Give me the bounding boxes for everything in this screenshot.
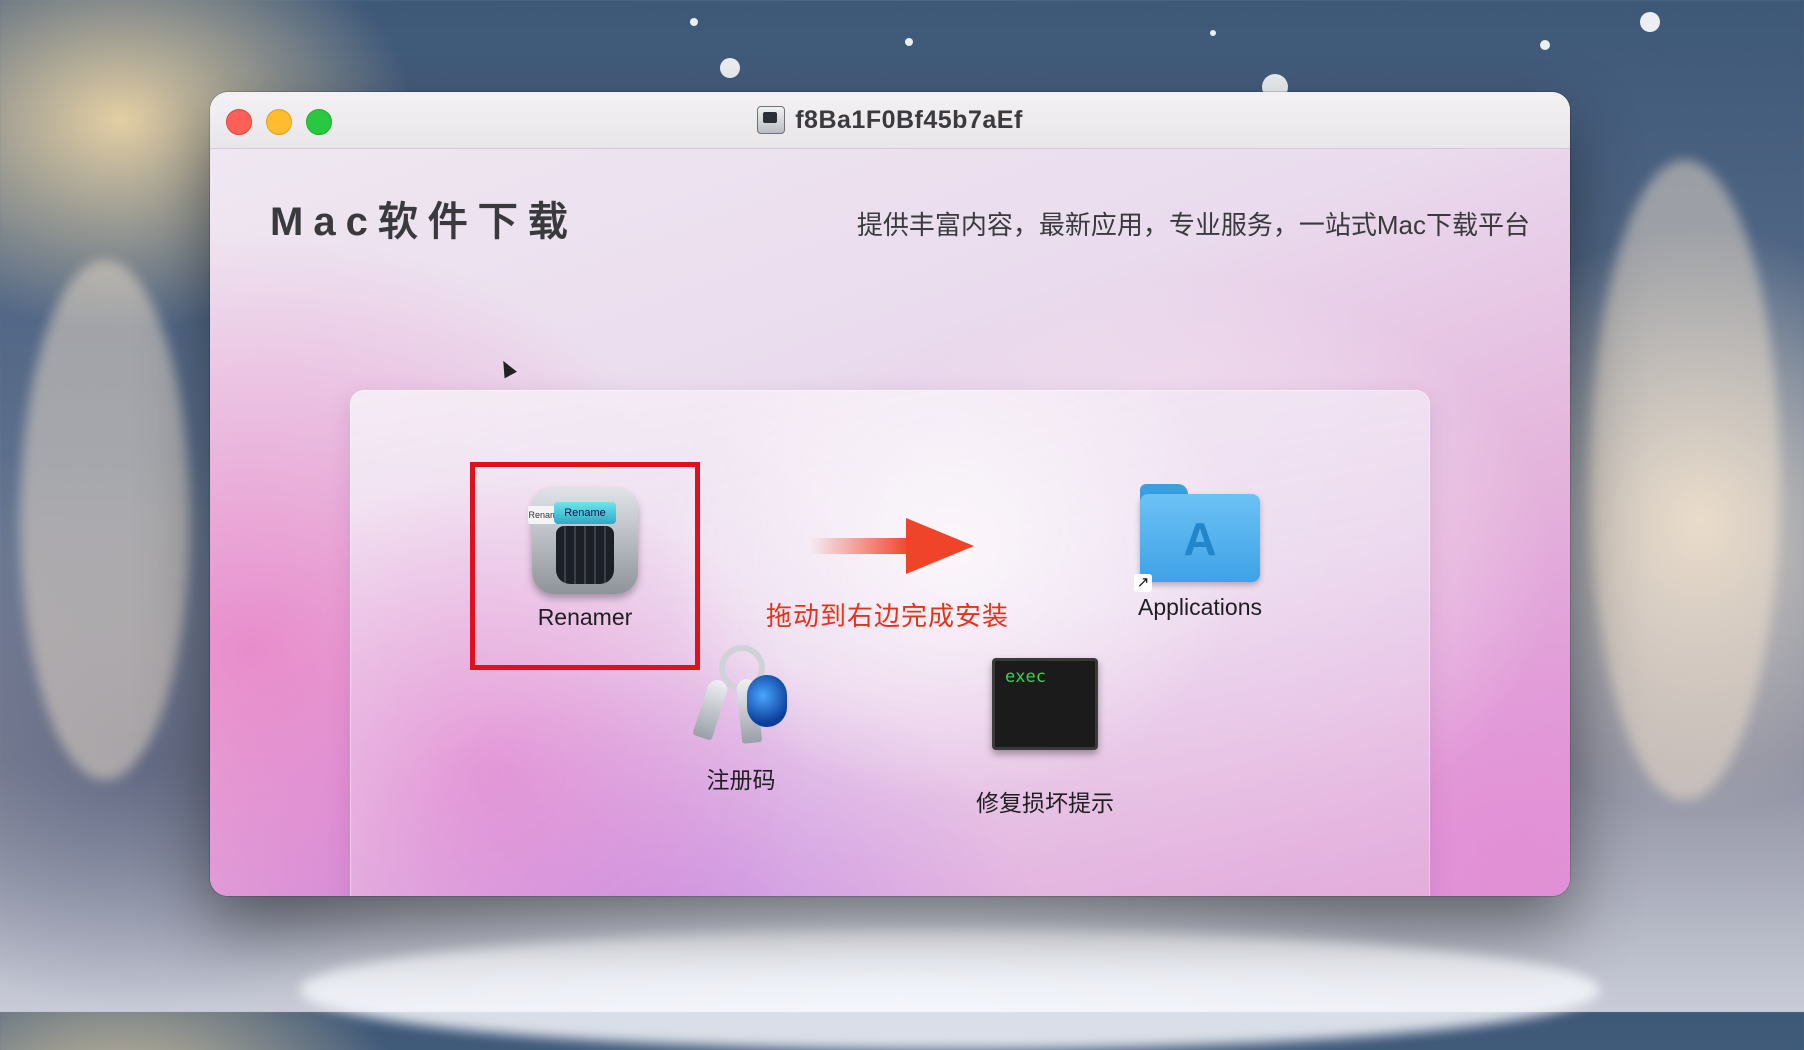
- key-fob: [747, 675, 787, 727]
- window-title-group: f8Ba1F0Bf45b7aEf: [210, 92, 1570, 148]
- snow-ground: [300, 930, 1600, 1050]
- applications-folder-item[interactable]: A ↗ Applications: [1120, 482, 1280, 621]
- renamer-app-label: Renamer: [537, 604, 633, 630]
- page-heading: Mac软件下载: [270, 200, 578, 244]
- drag-instruction: 拖动到右边完成安装: [766, 601, 1010, 631]
- renamer-icon-keyboard: [556, 526, 614, 584]
- disk-image-icon: [757, 106, 786, 134]
- keychain-icon[interactable]: [692, 645, 789, 745]
- renamer-app-item[interactable]: Renam Rename Renamer: [485, 488, 685, 631]
- snowflake: [690, 18, 698, 26]
- snowflake: [1210, 30, 1216, 36]
- repair-exec-item[interactable]: exec 修复损坏提示: [960, 658, 1130, 818]
- drag-arrow-icon: [810, 518, 974, 574]
- key-left: [692, 677, 730, 741]
- app-store-glyph-icon: A: [1183, 513, 1217, 565]
- snowflake: [1540, 40, 1550, 50]
- installer-window: f8Ba1F0Bf45b7aEf Mac软件下载 提供丰富内容，最新应用，专业服…: [210, 92, 1570, 896]
- renamer-icon-screen: Rename: [554, 502, 616, 524]
- snowflake: [1640, 12, 1660, 32]
- alias-arrow-icon: ↗: [1134, 574, 1152, 592]
- frost-foliage-right: [1590, 160, 1780, 800]
- page-tagline: 提供丰富内容，最新应用，专业服务，一站式Mac下载平台: [856, 210, 1530, 240]
- frost-foliage-left: [20, 260, 190, 780]
- title-bar[interactable]: f8Ba1F0Bf45b7aEf: [210, 92, 1570, 149]
- exec-icon-text: exec: [1005, 667, 1046, 687]
- repair-exec-label: 修复损坏提示: [976, 790, 1114, 816]
- applications-folder-label: Applications: [1137, 594, 1263, 620]
- registration-code-item[interactable]: 注册码: [666, 645, 816, 795]
- snowflake: [720, 58, 740, 78]
- exec-terminal-icon[interactable]: exec: [992, 658, 1098, 750]
- window-title: f8Ba1F0Bf45b7aEf: [795, 105, 1023, 134]
- applications-folder-icon[interactable]: A ↗: [1134, 482, 1260, 592]
- arrow-head: [906, 518, 974, 574]
- renamer-app-icon[interactable]: Renam Rename: [528, 488, 638, 594]
- arrow-shaft: [810, 538, 910, 554]
- registration-code-label: 注册码: [706, 767, 776, 793]
- snowflake: [905, 38, 913, 46]
